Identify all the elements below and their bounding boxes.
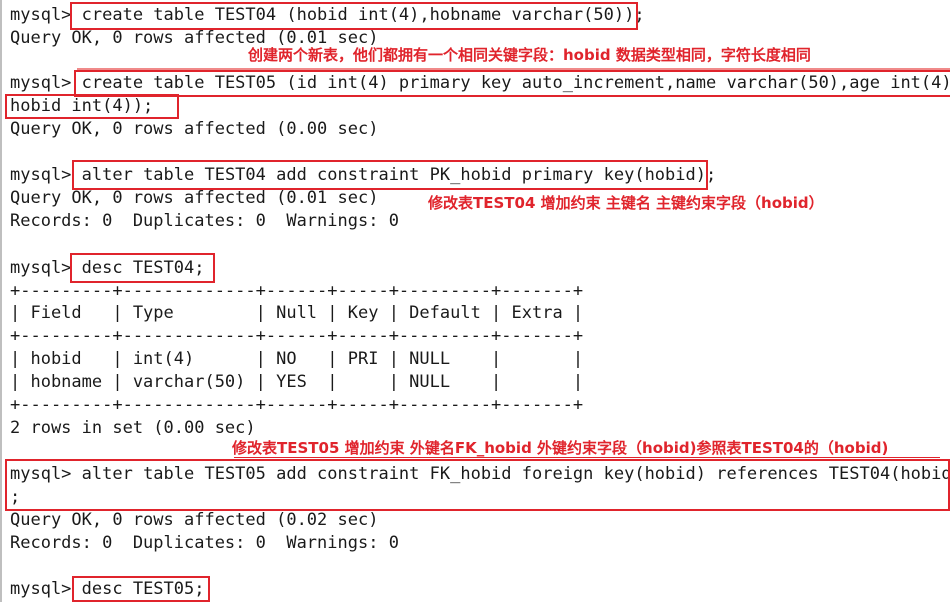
highlight-box	[72, 160, 708, 190]
annotation-create-tables: 创建两个新表，他们都拥有一个相同关键字段：hobid 数据类型相同，字符长度相同	[248, 46, 811, 64]
output-line: Query OK, 0 rows affected (0.01 sec)	[10, 188, 379, 208]
table-border: +---------+-------------+------+-----+--…	[10, 395, 584, 415]
prompt: mysql>	[10, 165, 82, 185]
annotation-primary-key: 修改表TEST04 增加约束 主键名 主键约束字段（hobid）	[428, 194, 824, 212]
highlight-box	[5, 459, 950, 511]
prompt: mysql>	[10, 73, 82, 93]
highlight-box	[5, 94, 179, 119]
output-line: Query OK, 0 rows affected (0.02 sec)	[10, 510, 379, 530]
table-row: | hobname | varchar(50) | YES | | NULL |…	[10, 372, 584, 392]
highlight-box	[74, 70, 950, 97]
annotation-underline	[234, 457, 940, 458]
output-line: 2 rows in set (0.00 sec)	[10, 418, 256, 438]
table-border: +---------+-------------+------+-----+--…	[10, 326, 584, 346]
output-line: Records: 0 Duplicates: 0 Warnings: 0	[10, 533, 399, 553]
table-row: | hobid | int(4) | NO | PRI | NULL | |	[10, 349, 584, 369]
annotation-foreign-key: 修改表TEST05 增加约束 外键名FK_hobid 外键约束字段（hobid)…	[232, 439, 889, 457]
table-header: | Field | Type | Null | Key | Default | …	[10, 303, 584, 323]
prompt: mysql>	[10, 579, 82, 599]
output-line: Records: 0 Duplicates: 0 Warnings: 0	[10, 211, 399, 231]
output-line: Query OK, 0 rows affected (0.00 sec)	[10, 119, 379, 139]
highlight-box	[70, 2, 638, 30]
terminal-window[interactable]: mysql> create table TEST04 (hobid int(4)…	[0, 0, 950, 602]
highlight-box	[70, 253, 215, 283]
highlight-box	[72, 576, 210, 602]
table-border: +---------+-------------+------+-----+--…	[10, 281, 584, 301]
continuation-line: ;	[10, 487, 21, 507]
